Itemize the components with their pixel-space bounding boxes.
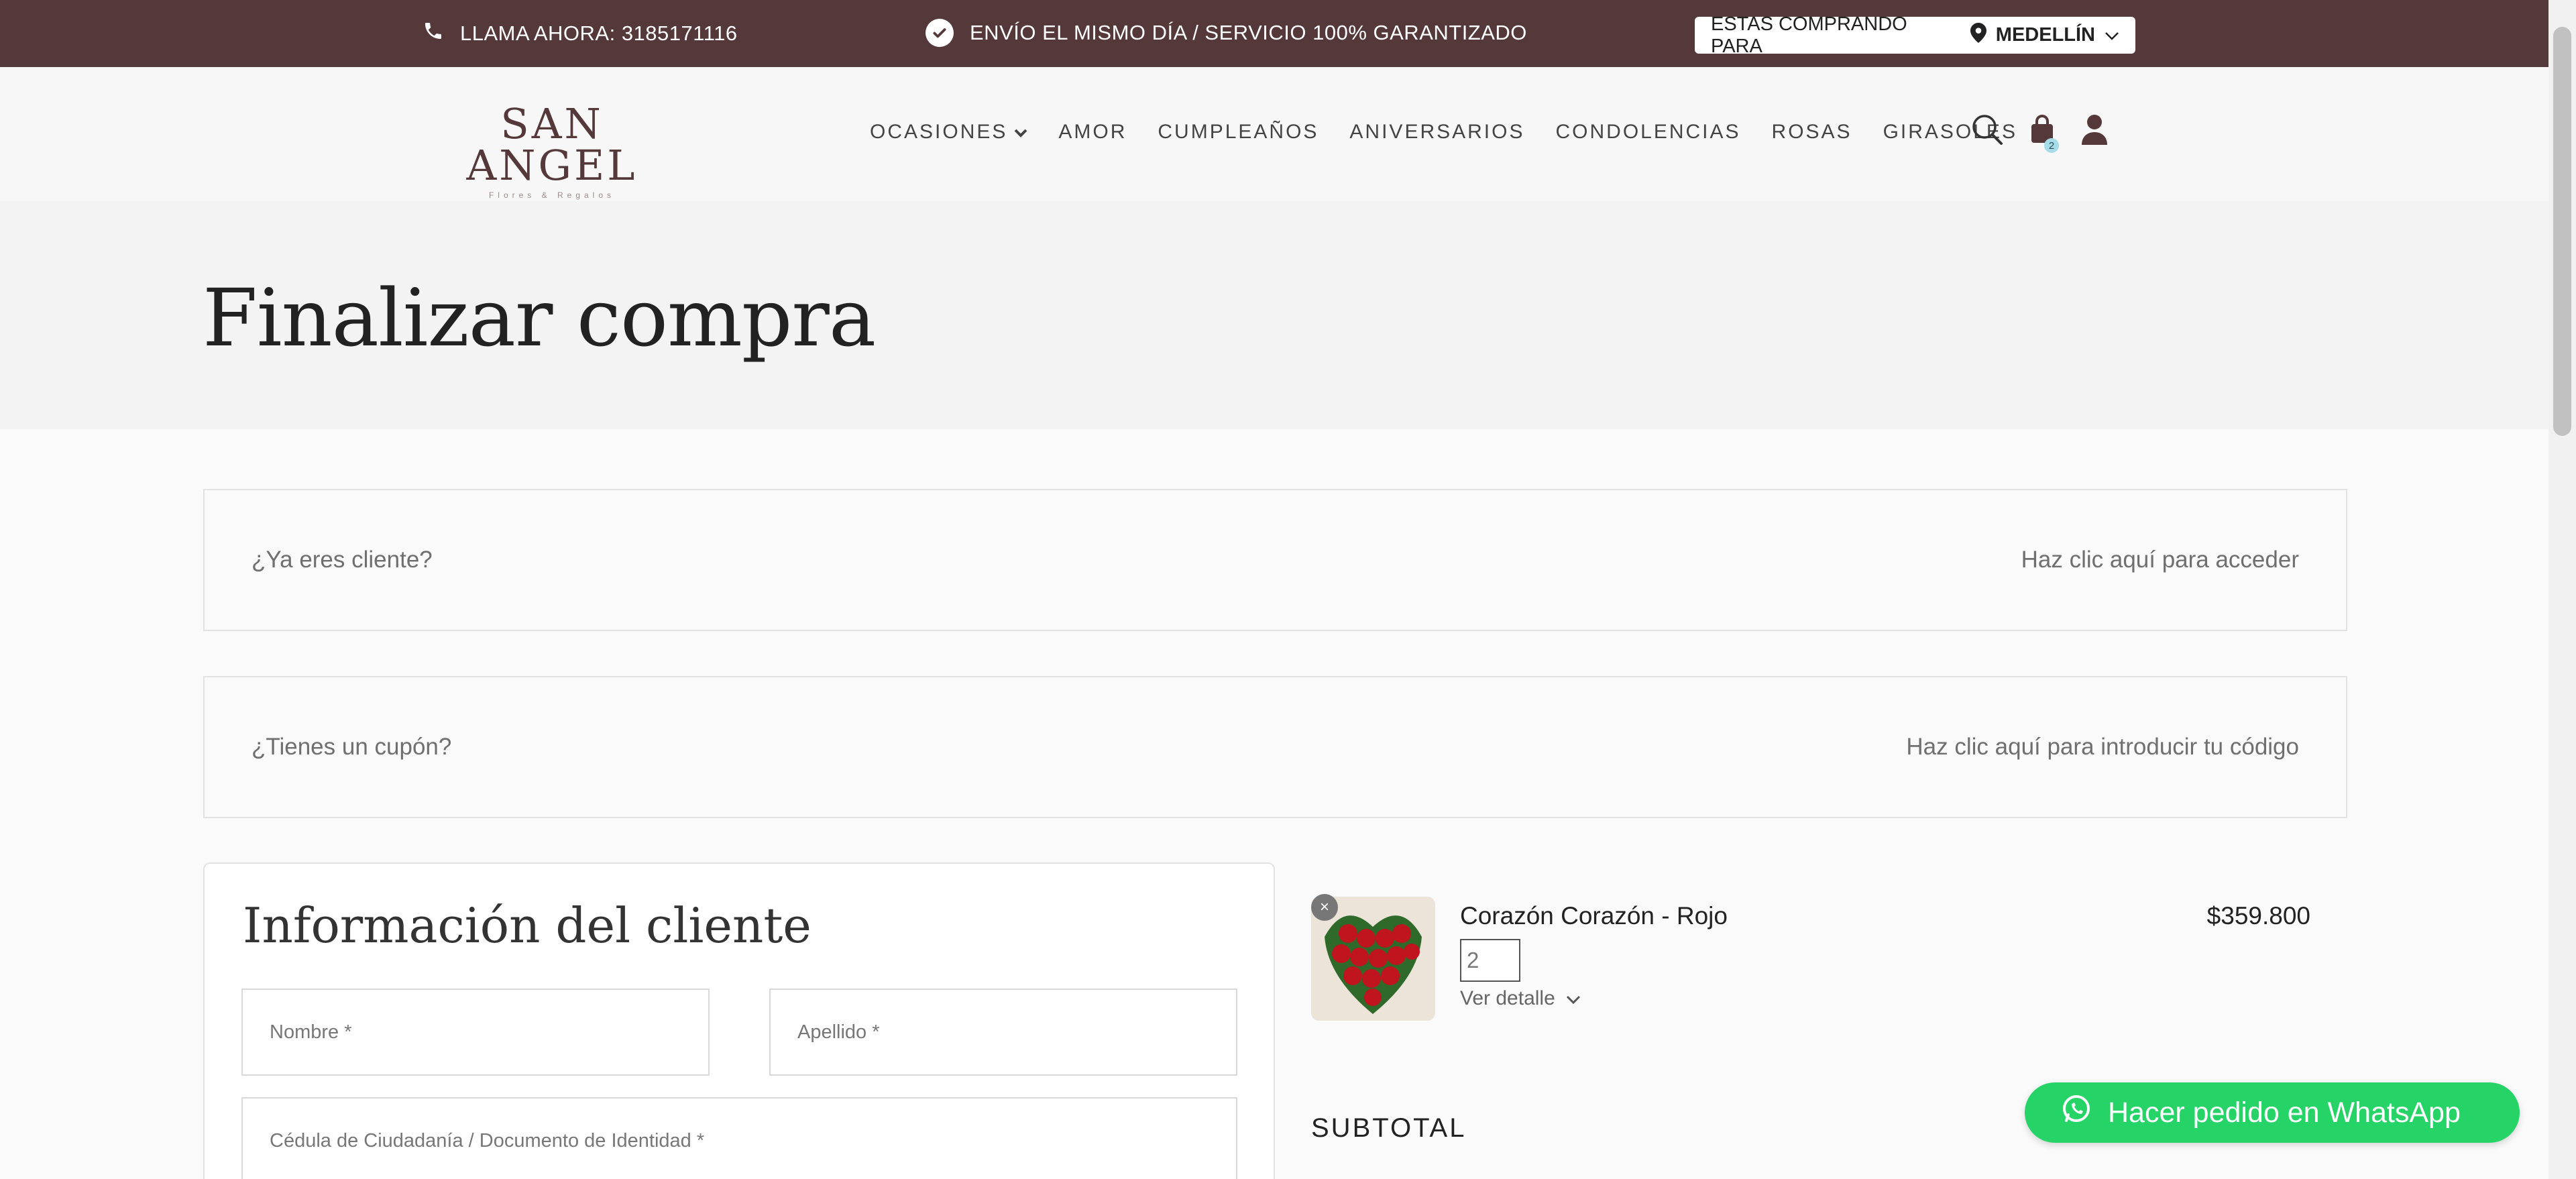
- nav-label: CUMPLEAÑOS: [1158, 121, 1319, 143]
- id-document-field[interactable]: Cédula de Ciudadanía / Documento de Iden…: [241, 1097, 1237, 1179]
- nav-item-ocasiones[interactable]: OCASIONES: [870, 121, 1027, 144]
- chevron-down-icon: [2105, 24, 2119, 46]
- header-actions: 2: [1970, 113, 2109, 153]
- coupon-question: ¿Tienes un cupón?: [251, 734, 452, 760]
- chevron-down-icon: [1014, 121, 1027, 144]
- check-circle-icon: [926, 19, 954, 47]
- first-name-label: Nombre *: [270, 1021, 352, 1043]
- logo-text: SAN ANGEL: [466, 99, 638, 190]
- shipping-text: ENVÍO EL MISMO DÍA / SERVICIO 100% GARAN…: [970, 21, 1527, 44]
- customer-info-title: Información del cliente: [243, 897, 811, 954]
- cart-count-badge: 2: [2044, 138, 2059, 153]
- phone-link[interactable]: LLAMA AHORA: 3185171116: [423, 20, 738, 47]
- whatsapp-order-button[interactable]: Hacer pedido en WhatsApp: [2025, 1082, 2520, 1143]
- coupon-notice: ¿Tienes un cupón? Haz clic aquí para int…: [203, 676, 2347, 818]
- nav-item-amor[interactable]: AMOR: [1058, 121, 1127, 144]
- first-name-field[interactable]: Nombre *: [241, 989, 710, 1076]
- product-name[interactable]: Corazón Corazón - Rojo: [1460, 902, 1728, 930]
- coupon-link[interactable]: Haz clic aquí para introducir tu código: [1906, 734, 2299, 761]
- remove-item-button[interactable]: ×: [1311, 894, 1338, 921]
- last-name-label: Apellido *: [797, 1021, 880, 1043]
- scrollbar-thumb[interactable]: [2553, 27, 2571, 436]
- nav-item-rosas[interactable]: ROSAS: [1772, 121, 1852, 144]
- page-scrollbar[interactable]: [2549, 0, 2576, 1179]
- nav-label: ROSAS: [1771, 121, 1852, 143]
- phone-icon: [423, 20, 444, 47]
- nav-label: CONDOLENCIAS: [1555, 121, 1741, 143]
- product-price: $359.800: [2206, 902, 2310, 930]
- whatsapp-label: Hacer pedido en WhatsApp: [2108, 1096, 2461, 1129]
- whatsapp-icon: [2061, 1094, 2092, 1132]
- announcement-bar: LLAMA AHORA: 3185171116 ENVÍO EL MISMO D…: [0, 0, 2549, 67]
- city-prefix: ESTAS COMPRANDO PARA: [1711, 13, 1907, 57]
- nav-item-condolencias[interactable]: CONDOLENCIAS: [1555, 121, 1740, 144]
- nav-label: ANIVERSARIOS: [1349, 121, 1525, 143]
- login-question: ¿Ya eres cliente?: [251, 547, 433, 573]
- map-pin-icon: [1970, 22, 1986, 48]
- customer-info-card: Información del cliente Nombre * Apellid…: [203, 862, 1275, 1179]
- quantity-input[interactable]: 2: [1460, 939, 1520, 982]
- city-selector[interactable]: ESTAS COMPRANDO PARA MEDELLÍN: [1695, 13, 2135, 57]
- site-logo[interactable]: SAN ANGEL Flores & Regalos: [425, 99, 679, 201]
- cart-button[interactable]: 2: [2029, 115, 2059, 153]
- nav-label: OCASIONES: [870, 121, 1008, 143]
- main-nav: OCASIONES AMOR CUMPLEAÑOS ANIVERSARIOS C…: [870, 121, 2048, 144]
- phone-text: LLAMA AHORA: 3185171116: [460, 21, 738, 45]
- login-link[interactable]: Haz clic aquí para acceder: [2021, 547, 2299, 573]
- nav-label: AMOR: [1058, 121, 1127, 143]
- search-icon[interactable]: [1970, 113, 2004, 150]
- shipping-notice: ENVÍO EL MISMO DÍA / SERVICIO 100% GARAN…: [926, 19, 1527, 47]
- user-icon[interactable]: [2080, 114, 2109, 148]
- id-document-label: Cédula de Ciudadanía / Documento de Iden…: [270, 1129, 705, 1152]
- last-name-field[interactable]: Apellido *: [769, 989, 1237, 1076]
- view-details-toggle[interactable]: Ver detalle: [1460, 987, 1581, 1010]
- logo-tagline: Flores & Regalos: [488, 190, 616, 200]
- close-icon: ×: [1319, 898, 1329, 916]
- subtotal-label: SUBTOTAL: [1311, 1113, 1467, 1143]
- login-notice: ¿Ya eres cliente? Haz clic aquí para acc…: [203, 489, 2347, 631]
- nav-item-aniversarios[interactable]: ANIVERSARIOS: [1349, 121, 1524, 144]
- chevron-down-icon: [1566, 987, 1581, 1010]
- details-label: Ver detalle: [1460, 987, 1555, 1009]
- page-title-band: Finalizar compra: [0, 201, 2549, 429]
- site-header: SAN ANGEL Flores & Regalos OCASIONES AMO…: [0, 67, 2549, 201]
- city-name: MEDELLÍN: [1995, 24, 2095, 46]
- nav-item-cumpleanos[interactable]: CUMPLEAÑOS: [1158, 121, 1319, 144]
- page-title: Finalizar compra: [203, 272, 876, 364]
